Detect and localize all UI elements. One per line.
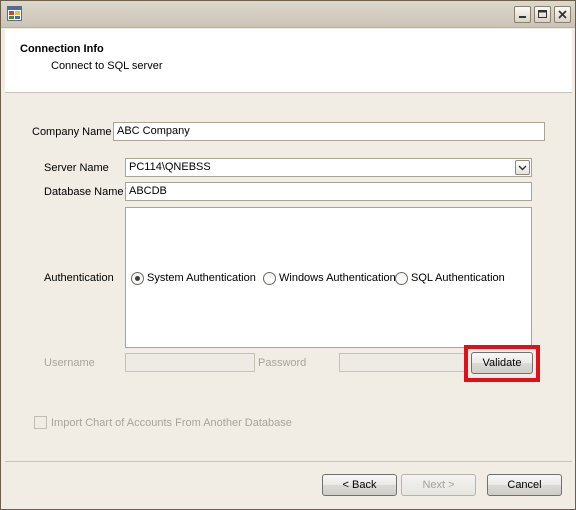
server-name-dropdown-button[interactable] <box>515 160 530 175</box>
next-button[interactable]: Next > <box>401 474 476 496</box>
username-field[interactable] <box>125 353 255 372</box>
server-name-combo[interactable]: PC114\QNEBSS <box>125 158 532 177</box>
maximize-button[interactable] <box>534 6 551 23</box>
close-icon <box>558 10 567 19</box>
server-name-label: Server Name <box>44 162 109 174</box>
maximize-icon <box>538 10 547 18</box>
radio-selected-dot <box>135 276 140 281</box>
footer-divider <box>5 461 572 462</box>
wizard-header: Connection Info Connect to SQL server <box>5 29 572 93</box>
company-name-field[interactable]: ABC Company <box>113 122 545 141</box>
connection-wizard-window: Connection Info Connect to SQL server Co… <box>0 0 576 510</box>
import-chart-label: Import Chart of Accounts From Another Da… <box>51 417 292 429</box>
close-button[interactable] <box>554 6 571 23</box>
system-auth-label[interactable]: System Authentication <box>147 272 256 284</box>
windows-auth-label[interactable]: Windows Authentication <box>279 272 396 284</box>
page-title: Connection Info <box>20 43 104 55</box>
import-chart-checkbox[interactable] <box>34 416 47 429</box>
company-name-label: Company Name <box>32 126 112 138</box>
password-field[interactable] <box>339 353 467 372</box>
chevron-down-icon <box>518 165 527 171</box>
back-button[interactable]: < Back <box>322 474 397 496</box>
system-auth-radio[interactable] <box>131 272 144 285</box>
minimize-icon <box>519 16 526 18</box>
server-name-value: PC114\QNEBSS <box>129 161 211 173</box>
page-subtitle: Connect to SQL server <box>51 60 163 72</box>
windows-auth-radio[interactable] <box>263 272 276 285</box>
validate-highlight-box <box>464 345 540 382</box>
database-name-label: Database Name <box>44 186 124 198</box>
password-label: Password <box>258 357 307 369</box>
app-window-icon <box>7 6 22 21</box>
sql-auth-label[interactable]: SQL Authentication <box>411 272 505 284</box>
authentication-label: Authentication <box>44 272 114 284</box>
minimize-button[interactable] <box>514 6 531 23</box>
username-label: Username <box>44 357 95 369</box>
sql-auth-radio[interactable] <box>395 272 408 285</box>
title-bar[interactable] <box>1 1 575 28</box>
cancel-button[interactable]: Cancel <box>487 474 562 496</box>
database-name-field[interactable]: ABCDB <box>125 182 532 201</box>
